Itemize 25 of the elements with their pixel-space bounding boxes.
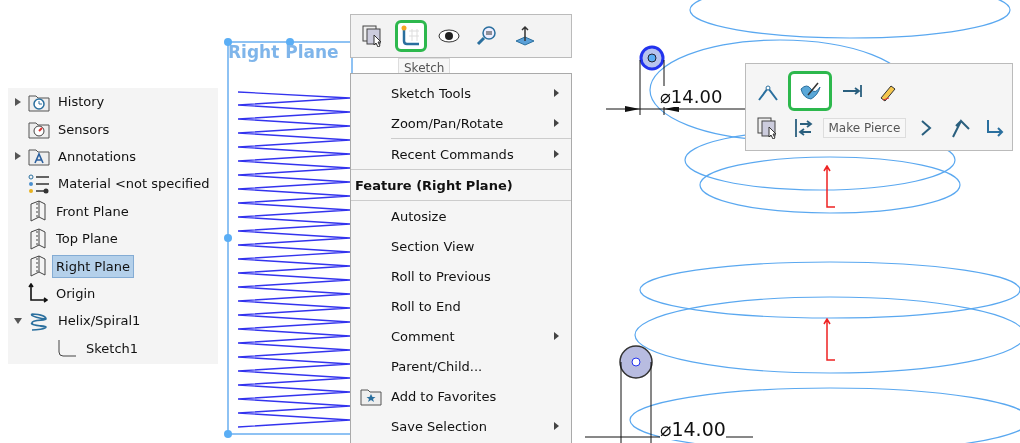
menu-item[interactable]: Sketch Tools bbox=[351, 78, 571, 108]
menu-item[interactable]: Recent Commands bbox=[351, 139, 571, 169]
tree-item[interactable]: Origin bbox=[52, 281, 100, 305]
tree-item[interactable]: Helix/Spiral1 bbox=[54, 309, 145, 333]
tree-item[interactable]: Annotations bbox=[54, 144, 141, 168]
menu-item[interactable]: Roll to Previous bbox=[351, 261, 571, 291]
tree-item[interactable]: Sketch1 bbox=[82, 336, 143, 360]
menu-item[interactable]: Section View bbox=[351, 231, 571, 261]
menu-item[interactable]: Zoom/Pan/Rotate bbox=[351, 108, 571, 138]
tooltip: Make Pierce bbox=[822, 118, 907, 138]
plane-label: Right Plane bbox=[228, 42, 339, 62]
tree-item[interactable]: Front Plane bbox=[52, 199, 133, 223]
menu-item[interactable]: Comment bbox=[351, 321, 571, 351]
tree-item[interactable]: History bbox=[54, 90, 109, 114]
tree-item[interactable]: Sensors bbox=[54, 117, 114, 141]
menu-item[interactable]: Roll to End bbox=[351, 291, 571, 321]
tree-item[interactable]: Material <not specified bbox=[54, 172, 214, 196]
menu-item[interactable]: Add to Favorites bbox=[351, 381, 571, 411]
menu-item[interactable]: Autosize bbox=[351, 201, 571, 231]
menu-section-header: Feature (Right Plane) bbox=[351, 169, 571, 201]
tree-item[interactable]: Top Plane bbox=[52, 227, 122, 251]
menu-item[interactable]: Parent/Child... bbox=[351, 351, 571, 381]
tree-item[interactable]: Right Plane bbox=[52, 254, 135, 278]
menu-item[interactable]: Save Selection bbox=[351, 411, 571, 441]
dimension-label: ⌀14.00 bbox=[660, 86, 723, 107]
